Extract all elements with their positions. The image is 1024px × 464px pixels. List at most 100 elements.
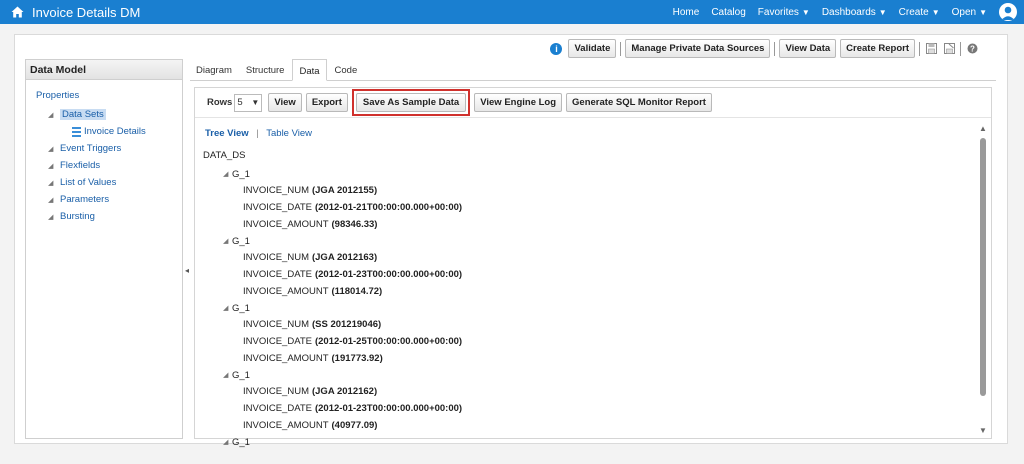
divider (960, 41, 961, 56)
expand-triangle-icon[interactable]: ◢ (48, 162, 60, 170)
xml-group-node[interactable]: ◢ G_1 (223, 233, 462, 249)
expand-triangle-icon[interactable]: ◢ (48, 179, 60, 187)
expand-triangle-icon[interactable]: ◢ (48, 145, 60, 153)
rows-select[interactable]: 5 ▼ (234, 93, 263, 112)
xml-field-name: INVOICE_AMOUNT (243, 219, 329, 230)
save-as-sample-data-button[interactable]: Save As Sample Data (355, 93, 467, 112)
xml-field-name: INVOICE_AMOUNT (243, 353, 329, 364)
xml-field-value: (2012-01-23T00:00:00.000+00:00) (314, 403, 463, 414)
tab-data[interactable]: Data (292, 59, 327, 81)
xml-field-name: INVOICE_DATE (243, 336, 312, 347)
tree-item-bursting[interactable]: ◢ Bursting (26, 208, 182, 225)
scroll-up-arrow-icon[interactable]: ▲ (978, 124, 988, 134)
xml-field-name: INVOICE_DATE (243, 202, 312, 213)
dropdown-arrow-icon: ▼ (251, 98, 260, 107)
tree-item-label: Bursting (60, 211, 95, 222)
view-engine-log-button[interactable]: View Engine Log (474, 93, 563, 112)
xml-group-name: G_1 (232, 436, 250, 448)
tree-item-label: Event Triggers (60, 143, 122, 154)
xml-field-name: INVOICE_AMOUNT (243, 286, 329, 297)
validate-button[interactable]: Validate (568, 39, 617, 58)
tab-structure[interactable]: Structure (240, 59, 291, 80)
nav-item-catalog[interactable]: Catalog (711, 7, 745, 18)
xml-field-row: INVOICE_AMOUNT (118014.72) (243, 283, 462, 300)
tree-item-properties[interactable]: Properties (26, 90, 182, 106)
xml-field-value: (40977.09) (331, 420, 378, 431)
top-navigation: Home Catalog Favorites ▼ Dashboards ▼ Create ▼ O… (661, 0, 987, 24)
xml-field-name: INVOICE_NUM (243, 319, 309, 330)
expand-triangle-icon[interactable]: ◢ (223, 237, 232, 245)
nav-item-create[interactable]: Create ▼ (899, 7, 940, 18)
caret-down-icon: ▼ (878, 7, 887, 17)
xml-group-node[interactable]: ◢ G_1 (223, 367, 462, 383)
table-view-link[interactable]: Table View (266, 128, 312, 139)
nav-item-label: Dashboards (821, 6, 876, 18)
xml-field-value: (98346.33) (331, 219, 378, 230)
data-tab-content: Rows 5 ▼ View Export Save As Sample Data… (194, 87, 992, 448)
xml-field-name: INVOICE_NUM (243, 252, 309, 263)
expand-triangle-icon[interactable]: ◢ (223, 371, 232, 379)
nav-item-label: Open (951, 6, 977, 18)
editor-panel: Diagram Structure Data Code Rows 5 ▼ Vie… (190, 59, 996, 448)
data-model-tree: Properties ◢ Data Sets Invoice Details ◢… (26, 80, 182, 225)
tree-item-label: Parameters (60, 194, 110, 205)
xml-field-name: INVOICE_DATE (243, 403, 312, 414)
info-icon: i (550, 42, 563, 55)
xml-group: ◢ G_1 INVOICE_NUM (JGA 2012162) INVOICE_DATE… (223, 367, 462, 434)
expand-triangle-icon[interactable]: ◢ (223, 438, 232, 446)
xml-field-value: (JGA 2012162) (311, 386, 378, 397)
xml-group-node[interactable]: ◢ G_1 (223, 166, 462, 182)
manage-private-data-sources-button[interactable]: Manage Private Data Sources (625, 39, 771, 58)
scroll-down-arrow-icon[interactable]: ▼ (978, 426, 988, 436)
nav-item-home[interactable]: Home (673, 7, 700, 18)
generate-sql-monitor-report-button[interactable]: Generate SQL Monitor Report (566, 93, 712, 112)
caret-down-icon: ▼ (801, 7, 810, 17)
expand-triangle-icon[interactable]: ◢ (48, 213, 60, 221)
tab-code[interactable]: Code (329, 59, 364, 80)
tree-item-event-triggers[interactable]: ◢ Event Triggers (26, 140, 182, 157)
data-toolbar: Rows 5 ▼ View Export Save As Sample Data… (195, 88, 991, 118)
tree-item-data-sets[interactable]: ◢ Data Sets (26, 106, 182, 123)
view-button[interactable]: View (268, 93, 302, 112)
expand-triangle-icon[interactable]: ◢ (48, 196, 60, 204)
save-icon[interactable] (924, 42, 938, 56)
nav-item-dashboards[interactable]: Dashboards ▼ (822, 7, 887, 18)
nav-item-open[interactable]: Open ▼ (952, 7, 987, 18)
tree-item-label: List of Values (60, 177, 117, 188)
app-title: Invoice Details DM (32, 4, 141, 20)
export-button[interactable]: Export (305, 93, 348, 112)
nav-item-favorites[interactable]: Favorites ▼ (758, 7, 810, 18)
xml-field-row: INVOICE_DATE (2012-01-25T00:00:00.000+00:… (243, 333, 462, 350)
xml-field-row: INVOICE_NUM (JGA 2012163) (243, 249, 462, 266)
tree-item-list-of-values[interactable]: ◢ List of Values (26, 174, 182, 191)
xml-group: ◢ G_1 (223, 434, 462, 450)
tab-diagram[interactable]: Diagram (190, 59, 238, 80)
xml-group-node[interactable]: ◢ G_1 (223, 300, 462, 316)
tree-view-link[interactable]: Tree View (205, 128, 249, 139)
scroll-thumb[interactable] (980, 138, 986, 396)
save-as-icon[interactable] (942, 42, 956, 56)
vertical-scrollbar[interactable]: ▲ ▼ (978, 124, 988, 436)
panel-splitter-handle[interactable]: ◂ (185, 265, 189, 275)
expand-triangle-icon[interactable]: ◢ (223, 304, 232, 312)
help-icon[interactable]: ? (965, 42, 979, 56)
user-icon[interactable] (999, 3, 1017, 21)
xml-field-row: INVOICE_DATE (2012-01-23T00:00:00.000+00:… (243, 266, 462, 283)
xml-field-name: INVOICE_DATE (243, 269, 312, 280)
data-model-panel: Data Model Properties ◢ Data Sets Invoic… (25, 59, 183, 439)
xml-field-row: INVOICE_AMOUNT (40977.09) (243, 417, 462, 434)
data-model-editor: i Validate Manage Private Data Sources V… (14, 34, 1008, 448)
divider: | (256, 128, 259, 139)
tree-item-parameters[interactable]: ◢ Parameters (26, 191, 182, 208)
tree-item-flexfields[interactable]: ◢ Flexfields (26, 157, 182, 174)
expand-triangle-icon[interactable]: ◢ (48, 111, 60, 119)
expand-triangle-icon[interactable]: ◢ (223, 170, 232, 178)
create-report-button[interactable]: Create Report (840, 39, 915, 58)
top-action-bar: i Validate Manage Private Data Sources V… (550, 39, 981, 58)
xml-group-node[interactable]: ◢ G_1 (223, 434, 462, 450)
view-data-button[interactable]: View Data (779, 39, 837, 58)
editor-tabs: Diagram Structure Data Code (190, 59, 996, 81)
home-icon[interactable] (10, 5, 24, 19)
nav-item-label: Favorites (757, 6, 799, 18)
tree-item-invoice-details[interactable]: Invoice Details (26, 123, 182, 140)
